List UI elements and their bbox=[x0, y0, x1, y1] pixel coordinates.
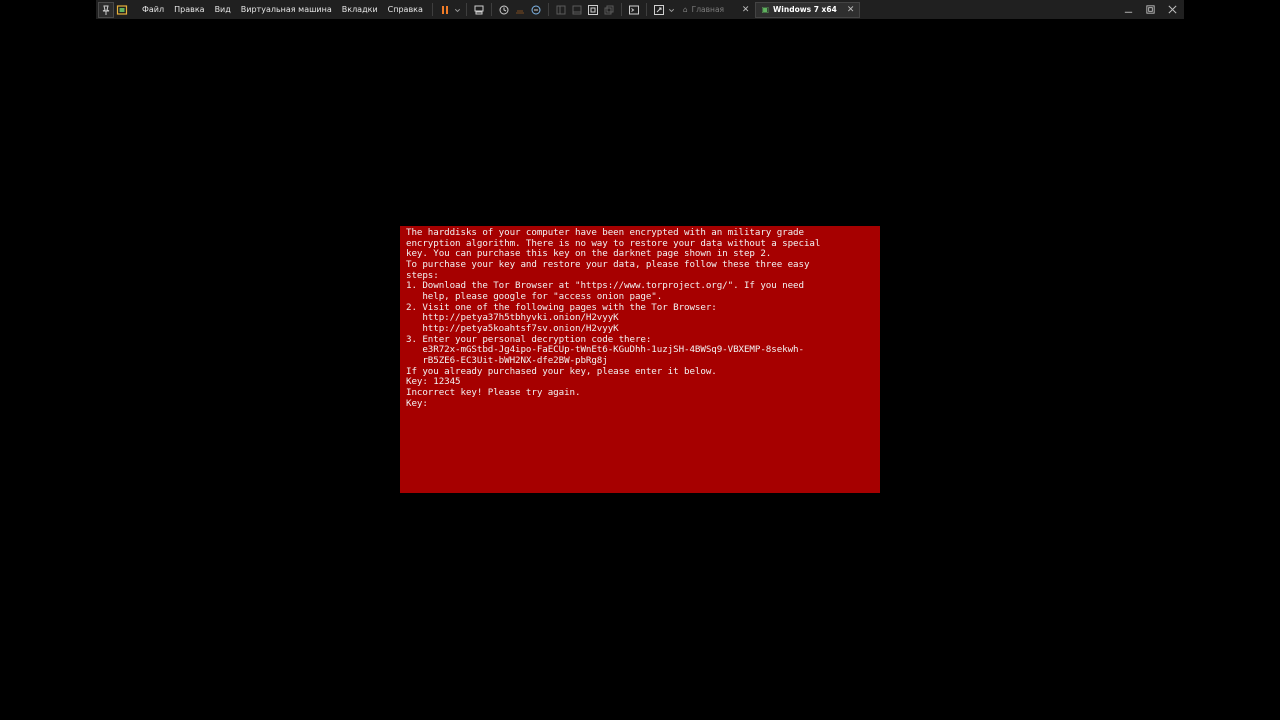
menu-file[interactable]: Файл bbox=[137, 0, 169, 19]
send-ctrl-alt-del-icon[interactable] bbox=[471, 2, 487, 18]
close-icon[interactable]: ✕ bbox=[847, 5, 855, 15]
snapshot-manager-icon[interactable] bbox=[528, 2, 544, 18]
menu-help[interactable]: Справка bbox=[383, 0, 428, 19]
tab-label: Главная bbox=[691, 5, 725, 14]
toolbar-separator bbox=[620, 3, 622, 16]
toolbar-separator bbox=[547, 3, 549, 16]
ransom-line: rB5ZE6-EC3Uit-bWH2NX-dfe2BW-pbRg8j bbox=[406, 354, 608, 366]
console-icon[interactable] bbox=[626, 2, 642, 18]
full-screen-icon[interactable] bbox=[585, 2, 601, 18]
pause-icon[interactable] bbox=[437, 2, 453, 18]
close-icon[interactable]: ✕ bbox=[742, 5, 750, 15]
toolbar-separator bbox=[645, 3, 647, 16]
tab-windows-7[interactable]: ▣ Windows 7 x64 ✕ bbox=[755, 1, 861, 18]
ransom-line: http://petya5koahtsf7sv.onion/H2vyyK bbox=[406, 322, 619, 334]
key-input-line[interactable]: Key: bbox=[406, 398, 880, 410]
ransom-screen: The harddisks of your computer have been… bbox=[400, 226, 880, 493]
ransom-line: Incorrect key! Please try again. bbox=[406, 386, 581, 398]
snapshot-icon[interactable] bbox=[496, 2, 512, 18]
menu-tabs[interactable]: Вкладки bbox=[337, 0, 383, 19]
window-controls bbox=[1120, 2, 1180, 18]
unity-icon[interactable] bbox=[601, 2, 617, 18]
menu-vm[interactable]: Виртуальная машина bbox=[236, 0, 337, 19]
main-menu: Файл Правка Вид Виртуальная машина Вклад… bbox=[137, 0, 428, 19]
toolbar-separator bbox=[490, 3, 492, 16]
minimize-icon[interactable] bbox=[1120, 2, 1136, 18]
library-icon[interactable] bbox=[114, 2, 130, 18]
ransom-line: help, please google for "access onion pa… bbox=[406, 290, 663, 302]
vm-icon: ▣ bbox=[761, 5, 770, 14]
close-window-icon[interactable] bbox=[1164, 2, 1180, 18]
tab-label: Windows 7 x64 bbox=[773, 5, 837, 14]
thumbnail-bar-icon[interactable] bbox=[569, 2, 585, 18]
menu-view[interactable]: Вид bbox=[210, 0, 236, 19]
toolbar-separator bbox=[465, 3, 467, 16]
stretch-view-icon[interactable] bbox=[651, 2, 667, 18]
ransom-line: To purchase your key and restore your da… bbox=[406, 258, 810, 270]
ransom-line: If you already purchased your key, pleas… bbox=[406, 365, 717, 377]
pin-icon[interactable] bbox=[98, 1, 114, 18]
chevron-down-icon[interactable] bbox=[453, 2, 462, 18]
toolbar-separator bbox=[431, 3, 433, 16]
home-icon: ⌂ bbox=[682, 5, 688, 14]
show-library-icon[interactable] bbox=[553, 2, 569, 18]
chevron-down-icon[interactable] bbox=[667, 2, 676, 18]
revert-snapshot-icon[interactable] bbox=[512, 2, 528, 18]
tab-home[interactable]: ⌂ Главная bbox=[678, 2, 742, 17]
vm-toolbar: Файл Правка Вид Виртуальная машина Вклад… bbox=[96, 0, 1184, 19]
maximize-icon[interactable] bbox=[1142, 2, 1158, 18]
menu-edit[interactable]: Правка bbox=[169, 0, 209, 19]
ransom-text: The harddisks of your computer have been… bbox=[400, 226, 880, 409]
vm-tabs: ⌂ Главная ✕ ▣ Windows 7 x64 ✕ bbox=[678, 0, 861, 19]
